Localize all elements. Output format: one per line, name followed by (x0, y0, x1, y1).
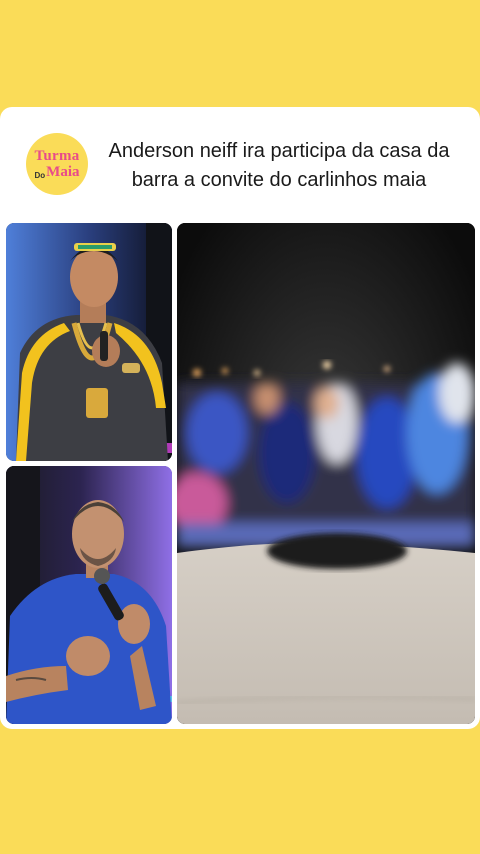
logo-text-do: Do (34, 170, 46, 180)
post-header: Turma Do Maia Anderson neiff ira partici… (0, 107, 480, 222)
logo-text-turma: Turma (34, 147, 80, 164)
brand-logo[interactable]: Turma Do Maia (26, 133, 88, 195)
photo-party-crowd[interactable] (177, 223, 475, 724)
photo-singer-with-microphone[interactable] (6, 223, 172, 461)
photo-man-blue-shirt[interactable] (6, 466, 172, 724)
post-headline: Anderson neiff ira participa da casa da … (108, 140, 450, 191)
logo-text-maia: Maia (46, 163, 80, 180)
post-card: Turma Do Maia Anderson neiff ira partici… (0, 107, 480, 729)
